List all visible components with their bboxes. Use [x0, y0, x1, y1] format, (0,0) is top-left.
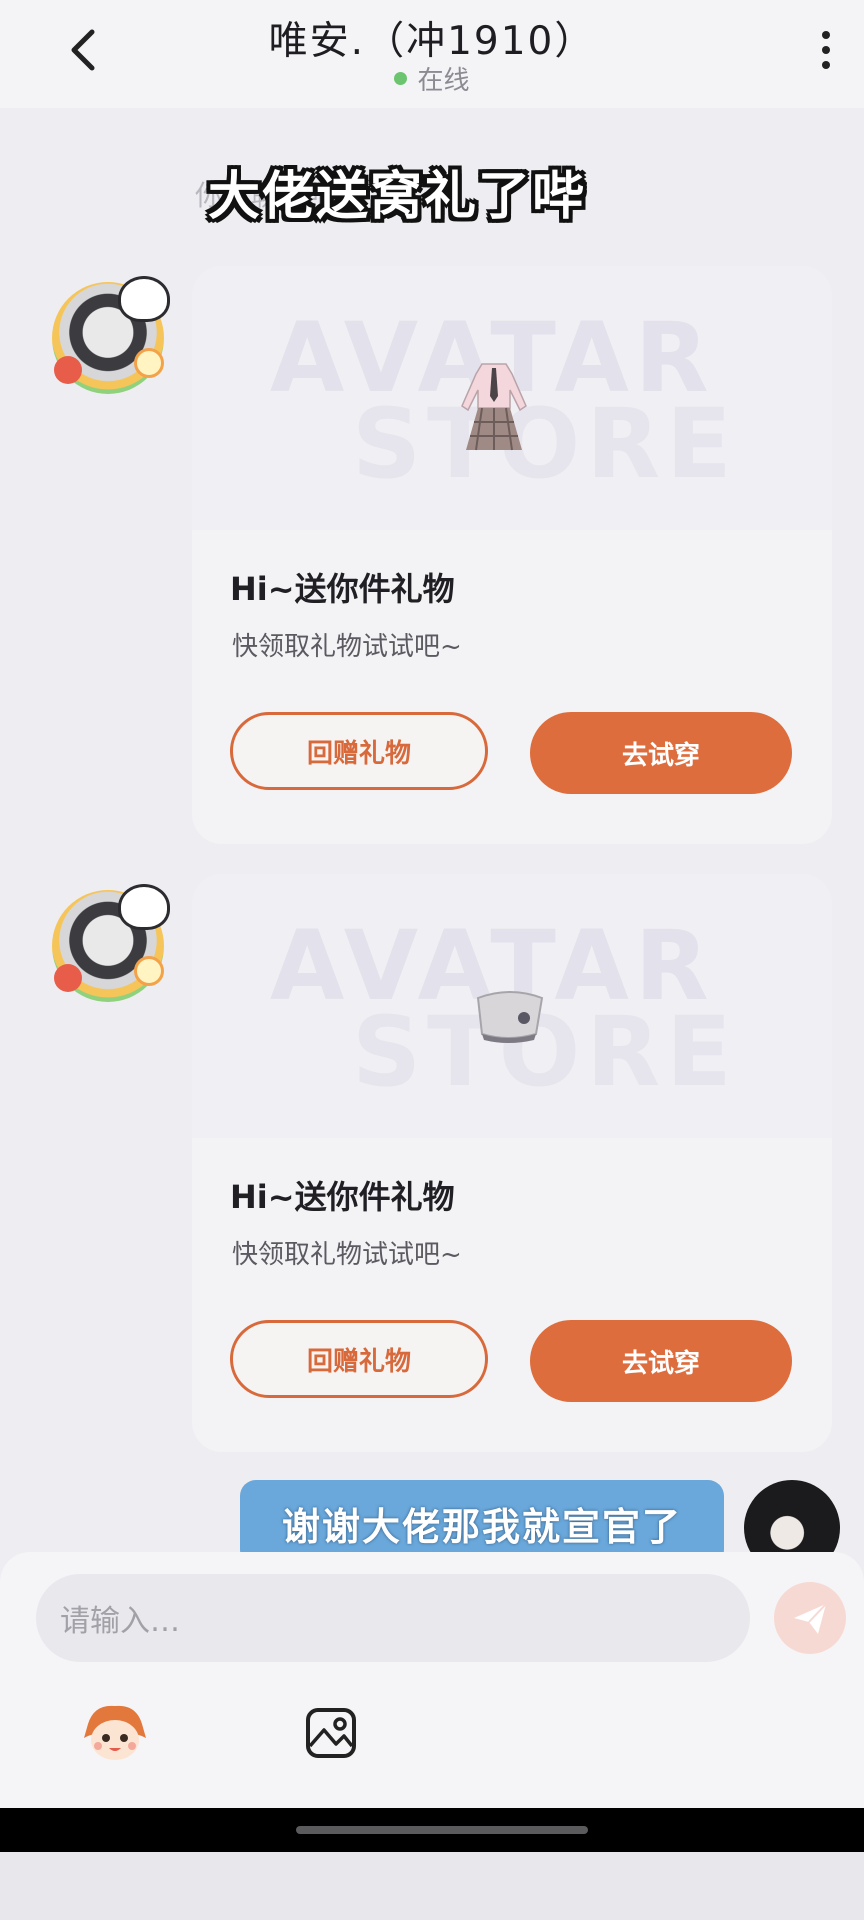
avatar-fruit-decoration: [54, 356, 82, 384]
emoji-face-icon[interactable]: [80, 1702, 150, 1762]
gift-preview[interactable]: AVATAR STORE: [192, 266, 832, 530]
try-on-button[interactable]: 去试穿: [530, 1320, 792, 1402]
gift-hat-icon: [476, 991, 544, 1043]
avatar-flower-decoration: [134, 348, 164, 378]
more-icon-dot: [822, 61, 830, 69]
gift-card-subtitle: 快领取礼物试试吧~: [232, 1240, 462, 1270]
message-input[interactable]: 请输入…: [36, 1574, 750, 1662]
online-status-text: 在线: [417, 66, 470, 96]
sender-avatar[interactable]: [52, 276, 170, 394]
chat-screen: 唯安.（冲1910） 在线 你…聊天吧 大佬送窝礼了哔 AVATAR STORE: [0, 0, 864, 1852]
try-on-button[interactable]: 去试穿: [530, 712, 792, 794]
gift-card: AVATAR STORE Hi~送你件礼物 快领取礼物试试吧~ 回赠礼物 去试穿: [192, 874, 832, 1452]
home-indicator[interactable]: [296, 1826, 588, 1834]
gift-card-title: Hi~送你件礼物: [230, 1178, 455, 1216]
return-gift-button[interactable]: 回赠礼物: [230, 712, 488, 790]
online-dot-icon: [394, 72, 408, 85]
more-button[interactable]: [806, 22, 846, 78]
avatar-fruit-decoration: [54, 964, 82, 992]
gift-card-title: Hi~送你件礼物: [230, 570, 455, 608]
avatar-cat-decoration: [118, 276, 170, 322]
send-icon: [794, 1603, 827, 1634]
chat-header: 唯安.（冲1910） 在线: [0, 0, 864, 108]
more-icon: [822, 31, 830, 39]
sender-avatar[interactable]: [52, 884, 170, 1002]
send-button[interactable]: [774, 1582, 846, 1654]
return-gift-button[interactable]: 回赠礼物: [230, 1320, 488, 1398]
video-caption: 大佬送窝礼了哔: [208, 167, 587, 227]
system-nav-bar: [0, 1808, 864, 1852]
avatar-flower-decoration: [134, 956, 164, 986]
watermark-store: STORE: [352, 388, 738, 500]
gift-preview[interactable]: AVATAR STORE: [192, 874, 832, 1138]
avatar-cat-decoration: [118, 884, 170, 930]
gift-dress-icon: [461, 363, 527, 451]
online-status: 在线: [0, 60, 864, 97]
chat-title: 唯安.（冲1910）: [268, 19, 596, 64]
gift-card: AVATAR STORE Hi~送你件礼物 快领取礼物试试吧~ 回赠礼物 去试穿: [192, 266, 832, 844]
image-icon[interactable]: [304, 1706, 358, 1760]
gift-card-subtitle: 快领取礼物试试吧~: [232, 632, 462, 662]
more-icon-dot: [822, 46, 830, 54]
composer-panel: 请输入…: [0, 1552, 864, 1808]
